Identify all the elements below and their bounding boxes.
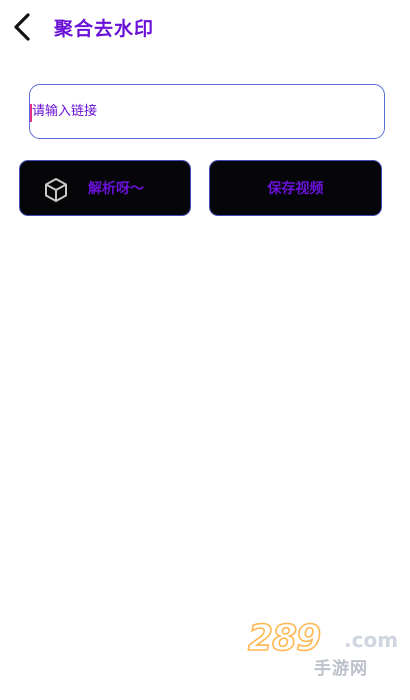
page-title: 聚合去水印	[54, 18, 155, 40]
parse-button[interactable]: 解析呀～	[19, 160, 191, 216]
back-button[interactable]	[6, 10, 38, 44]
app-header: 聚合去水印	[0, 0, 410, 56]
watermark-domain-suffix: .com	[344, 628, 399, 652]
chevron-left-icon	[14, 13, 30, 41]
watermark-subtitle: 手游网	[314, 659, 368, 679]
save-video-button-label: 保存视频	[267, 181, 324, 197]
parse-button-label: 解析呀～	[88, 181, 144, 197]
site-watermark: 289 .com 手游网	[247, 617, 398, 688]
watermark-logo-text: 289	[247, 617, 322, 660]
link-input[interactable]	[32, 85, 372, 137]
save-video-button[interactable]: 保存视频	[209, 160, 382, 216]
link-input-container[interactable]	[29, 84, 385, 139]
cube-icon	[45, 178, 67, 202]
